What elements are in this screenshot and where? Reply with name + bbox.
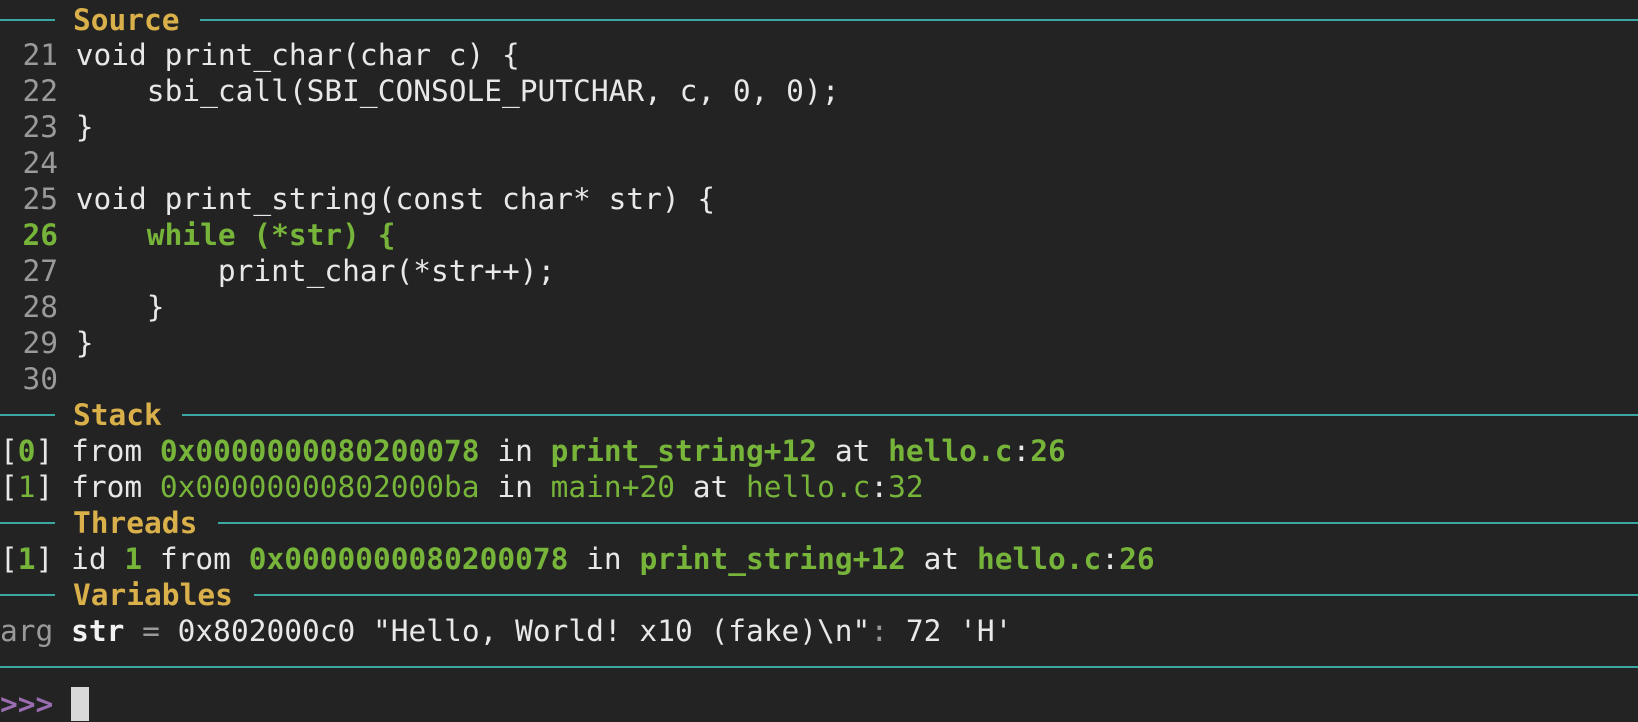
thread-file: hello.c (976, 542, 1102, 576)
bracket-open: [ (0, 542, 18, 576)
frame-index: 0 (17, 434, 36, 468)
from-keyword: from (71, 434, 143, 468)
source-line-27: 27 print_char(*str++); (0, 253, 555, 289)
colon: : (1012, 434, 1031, 468)
variable-kind: arg (0, 614, 54, 648)
colon: : (1101, 542, 1120, 576)
frame-file: hello.c (746, 470, 871, 504)
thread-function: print_string (639, 542, 853, 576)
source-line-30: 30 (0, 361, 58, 397)
frame-offset: +12 (763, 434, 818, 468)
variable-name: str (71, 614, 125, 648)
source-line-22: 22 sbi_call(SBI_CONSOLE_PUTCHAR, c, 0, 0… (0, 73, 839, 109)
separator: : (870, 614, 889, 648)
bracket-close: ] (35, 542, 72, 576)
stack-rule-right (182, 414, 1638, 416)
line-number: 26 (22, 218, 58, 252)
code-text: } (58, 326, 94, 360)
source-line-26-current: 26 while (*str) { (0, 217, 395, 253)
colon: : (870, 470, 889, 504)
line-number: 29 (22, 326, 58, 360)
frame-address: 0x0000000080200078 (159, 434, 480, 468)
stack-frame-0[interactable]: [0] from 0x0000000080200078 in print_str… (0, 433, 1066, 469)
threads-title: Threads (73, 506, 198, 540)
code-text: } (58, 110, 94, 144)
frame-offset: +20 (621, 470, 675, 504)
threads-rule-right (218, 522, 1638, 524)
source-rule-right (200, 19, 1638, 21)
frame-function: print_string (550, 434, 764, 468)
in-keyword: in (497, 434, 533, 468)
at-keyword: at (923, 542, 960, 576)
source-line-24: 24 (0, 145, 58, 181)
line-number: 25 (22, 182, 58, 216)
bottom-rule (0, 666, 1638, 668)
line-number: 21 (22, 38, 58, 72)
code-text: sbi_call(SBI_CONSOLE_PUTCHAR, c, 0, 0); (58, 74, 840, 108)
code-text: while (*str) { (58, 218, 396, 252)
threads-rule-left (0, 522, 55, 524)
bracket-close: ] (35, 434, 72, 468)
bracket-open: [ (0, 434, 18, 468)
prompt-marker: >>> (0, 687, 54, 721)
code-text: void print_char(char c) { (58, 38, 520, 72)
variable-value: 0x802000c0 "Hello, World! x10 (fake)\n" (177, 614, 871, 648)
code-text: } (58, 290, 165, 324)
thread-index: 1 (17, 542, 36, 576)
line-number: 28 (22, 290, 58, 324)
frame-line: 32 (888, 470, 924, 504)
line-number: 27 (22, 254, 58, 288)
stack-frame-1[interactable]: [1] from 0x00000000802000ba in main+20 a… (0, 469, 924, 505)
source-title: Source (73, 3, 180, 37)
text-cursor[interactable] (71, 686, 90, 721)
from-keyword: from (159, 542, 231, 576)
source-line-28: 28 } (0, 289, 165, 325)
variables-title: Variables (73, 578, 233, 612)
thread-row[interactable]: [1] id 1 from 0x0000000080200078 in prin… (0, 541, 1155, 577)
code-text: void print_string(const char* str) { (58, 182, 716, 216)
thread-id: 1 (124, 542, 143, 576)
frame-index: 1 (17, 470, 36, 504)
variable-row[interactable]: arg str = 0x802000c0 "Hello, World! x10 … (0, 613, 1012, 649)
at-keyword: at (834, 434, 871, 468)
thread-address: 0x0000000080200078 (248, 542, 569, 576)
from-keyword: from (71, 470, 143, 504)
thread-offset: +12 (852, 542, 906, 576)
source-line-23: 23 } (0, 109, 94, 145)
in-keyword: in (586, 542, 622, 576)
frame-function: main (550, 470, 622, 504)
frame-line: 26 (1030, 434, 1066, 468)
variables-rule-right (254, 594, 1638, 596)
stack-rule-left (0, 414, 55, 416)
id-keyword: id (71, 542, 107, 576)
line-number: 30 (22, 362, 58, 396)
source-rule-left (0, 19, 55, 21)
line-number: 23 (22, 110, 58, 144)
frame-file: hello.c (888, 434, 1013, 468)
line-number: 24 (22, 146, 58, 180)
variable-deref: 72 'H' (888, 614, 1013, 648)
code-text: print_char(*str++); (58, 254, 556, 288)
bracket-close: ] (35, 470, 72, 504)
stack-title: Stack (73, 398, 162, 432)
thread-line: 26 (1119, 542, 1155, 576)
at-keyword: at (692, 470, 729, 504)
bracket-open: [ (0, 470, 18, 504)
command-prompt-line[interactable]: >>> (0, 686, 90, 722)
equals-sign: = (142, 614, 160, 648)
line-number: 22 (22, 74, 58, 108)
source-line-25: 25 void print_string(const char* str) { (0, 181, 715, 217)
source-line-21: 21 void print_char(char c) { (0, 37, 520, 73)
variables-rule-left (0, 594, 55, 596)
frame-address: 0x00000000802000ba (159, 470, 480, 504)
source-line-29: 29 } (0, 325, 94, 361)
in-keyword: in (497, 470, 533, 504)
